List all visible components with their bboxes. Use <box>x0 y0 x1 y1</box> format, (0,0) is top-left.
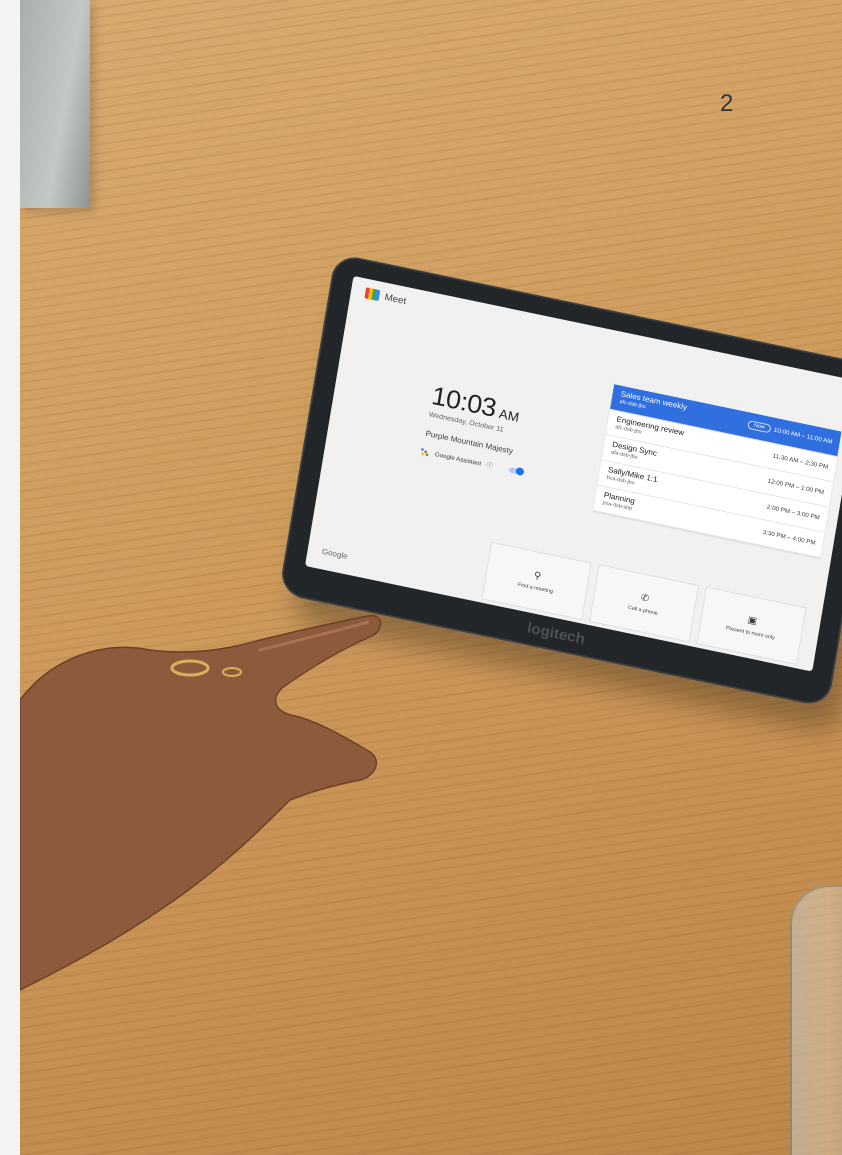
page-number: 2 <box>720 90 734 117</box>
hand-shape <box>20 614 382 991</box>
photo-background: Meet ⚙ □ 10:03 AM Wednesday, October 11 … <box>20 0 842 1155</box>
hand-illustration <box>20 614 382 991</box>
